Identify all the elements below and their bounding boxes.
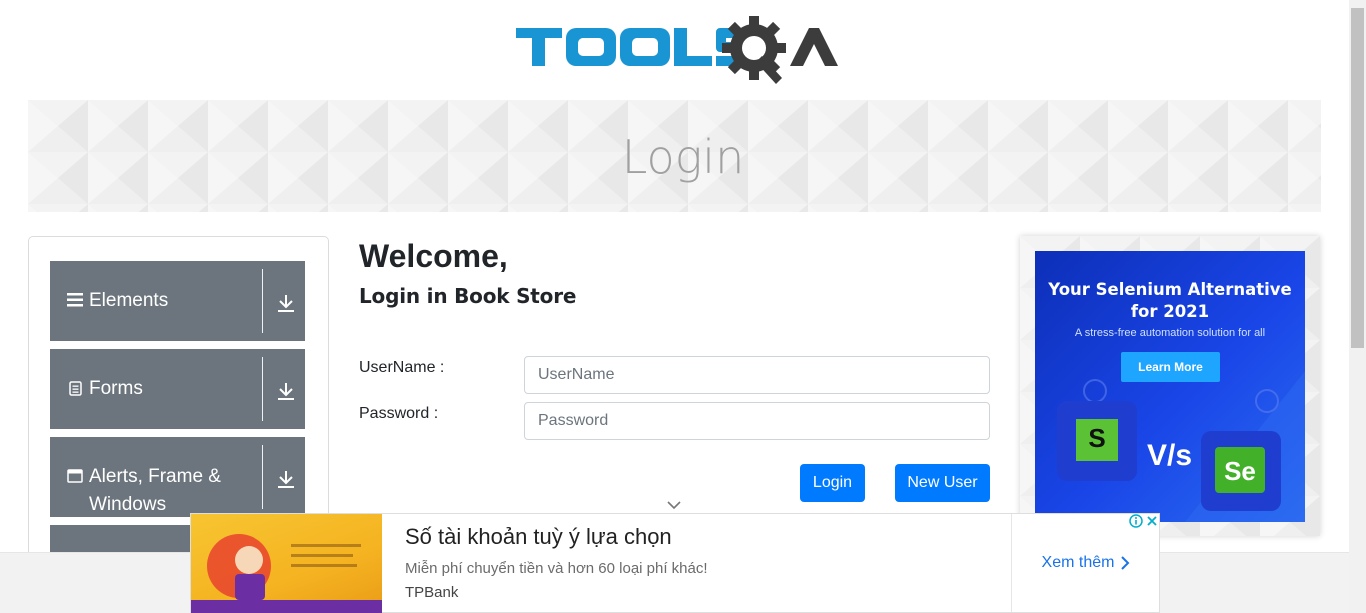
window-icon — [67, 469, 83, 483]
download-arrow-icon[interactable] — [276, 469, 296, 489]
selenium-alternative-ad[interactable]: Your Selenium Alternative for 2021 A str… — [1035, 251, 1305, 522]
download-arrow-icon[interactable] — [276, 293, 296, 313]
login-subtitle: Login in Book Store — [359, 284, 577, 308]
hamburger-icon — [67, 293, 83, 307]
ad-logo-right: Se — [1224, 456, 1256, 486]
versus-text: V/s — [1147, 439, 1193, 472]
sidebar-group-label: Elements — [89, 290, 169, 311]
divider — [262, 269, 263, 333]
info-icon[interactable] — [1129, 514, 1143, 528]
password-input[interactable] — [524, 402, 990, 440]
sidebar-group-label: Forms — [89, 378, 143, 399]
cta-label: Xem thêm — [1041, 554, 1115, 571]
vertical-scrollbar[interactable] — [1349, 0, 1366, 613]
sidebar-group-label: Alerts, Frame & — [89, 466, 221, 487]
page: Login Elements Forms Alerts, Frame & Win… — [0, 0, 1366, 613]
chevron-right-icon — [1121, 556, 1130, 570]
ad-advertiser: TPBank — [405, 584, 459, 601]
scrollbar-thumb[interactable] — [1351, 8, 1364, 348]
sidebar-group-forms[interactable]: Forms — [50, 349, 305, 429]
download-arrow-icon[interactable] — [276, 381, 296, 401]
adchoices[interactable] — [1129, 514, 1159, 530]
login-button[interactable]: Login — [800, 464, 865, 502]
close-icon[interactable] — [1145, 514, 1159, 528]
ad-subtext: A stress-free automation solution for al… — [1074, 327, 1266, 339]
ad-headline: Số tài khoản tuỳ ý lựa chọn — [405, 524, 672, 549]
learn-more-button[interactable]: Learn More — [1121, 352, 1220, 382]
ad-headline: Your Selenium Alternative — [1048, 280, 1292, 299]
page-title: Login — [621, 130, 745, 184]
password-label: Password : — [359, 405, 439, 422]
ad-logo-left: S — [1088, 423, 1106, 453]
right-ad-card[interactable]: Your Selenium Alternative for 2021 A str… — [1020, 236, 1320, 536]
tpbank-ad-image[interactable] — [191, 514, 382, 613]
ad-description: Miễn phí chuyển tiền và hơn 60 loại phí … — [405, 560, 708, 577]
username-label: UserName : — [359, 359, 445, 376]
bottom-banner-ad[interactable]: Số tài khoản tuỳ ý lựa chọn Miễn phí chu… — [190, 513, 1160, 613]
chevron-down-icon[interactable] — [666, 500, 682, 510]
sidebar-group-elements[interactable]: Elements — [50, 261, 305, 341]
document-icon — [67, 381, 83, 396]
divider — [262, 445, 263, 509]
sidebar-group-label-cont: Windows — [89, 494, 167, 515]
username-input[interactable] — [524, 356, 990, 394]
sidebar-group-alerts[interactable]: Alerts, Frame & Windows — [50, 437, 305, 517]
toolsqa-logo[interactable] — [514, 14, 839, 92]
new-user-button[interactable]: New User — [895, 464, 990, 502]
divider — [262, 357, 263, 421]
ad-headline-cont: for 2021 — [1130, 302, 1210, 321]
welcome-heading: Welcome, — [359, 238, 508, 274]
